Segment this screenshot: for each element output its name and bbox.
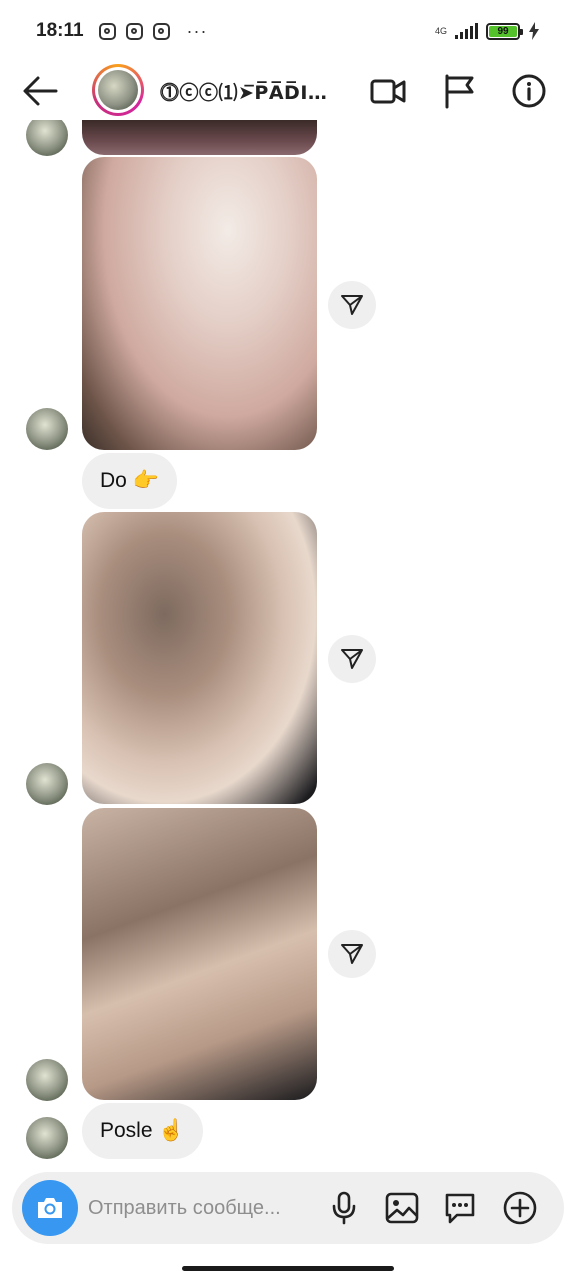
sender-avatar[interactable]: [26, 763, 68, 805]
message-thread[interactable]: Do 👉 Posle ☝️: [0, 120, 576, 1170]
video-camera-icon: [370, 79, 406, 104]
sender-avatar[interactable]: [26, 1059, 68, 1101]
report-button[interactable]: [440, 72, 480, 110]
contact-name[interactable]: ⓵ⓒⓒ⑴➤̅P̅A̅D̅I…: [160, 78, 330, 105]
send-icon: [341, 295, 363, 315]
photo-message[interactable]: [82, 120, 317, 155]
contact-avatar[interactable]: [92, 64, 144, 116]
camera-button[interactable]: [22, 1180, 78, 1236]
share-button[interactable]: [328, 635, 376, 683]
message-input[interactable]: [88, 1190, 322, 1226]
voice-message-button[interactable]: [324, 1188, 364, 1228]
more-button[interactable]: [500, 1188, 540, 1228]
plus-circle-icon: [503, 1191, 537, 1225]
share-button[interactable]: [328, 281, 376, 329]
sender-avatar[interactable]: [26, 408, 68, 450]
flag-icon: [445, 74, 474, 109]
photo-message[interactable]: [82, 808, 317, 1100]
photo-message[interactable]: [82, 512, 317, 804]
status-time: 18:11: [36, 20, 84, 41]
battery-icon: 99: [486, 22, 523, 40]
arrow-left-icon: [23, 76, 58, 106]
sender-avatar[interactable]: [26, 1117, 68, 1159]
status-bar: 18:11 ··· 4G 99: [0, 0, 576, 62]
instagram-notification-icon: [98, 22, 116, 40]
camera-icon: [38, 1198, 62, 1218]
more-notifications-icon: ···: [186, 20, 208, 41]
back-button[interactable]: [20, 72, 60, 110]
message-bubble[interactable]: Posle ☝️: [82, 1103, 203, 1159]
photo-message[interactable]: [82, 157, 317, 450]
microphone-icon: [332, 1191, 356, 1225]
sticker-button[interactable]: [440, 1188, 480, 1228]
sender-avatar[interactable]: [26, 120, 68, 156]
status-right: 4G 99: [435, 22, 540, 40]
network-type: 4G: [434, 25, 447, 36]
signal-icon: [455, 23, 478, 39]
info-button[interactable]: [510, 72, 550, 110]
battery-level: 99: [489, 25, 517, 37]
send-icon: [341, 944, 363, 964]
bolt-icon: [529, 22, 539, 40]
gallery-button[interactable]: [382, 1188, 422, 1228]
home-indicator[interactable]: [182, 1266, 394, 1271]
info-icon: [512, 74, 546, 108]
send-icon: [341, 649, 363, 669]
chat-header: ⓵ⓒⓒ⑴➤̅P̅A̅D̅I…: [0, 62, 576, 120]
share-button[interactable]: [328, 930, 376, 978]
chat-bubble-icon: [445, 1193, 475, 1224]
image-icon: [385, 1192, 419, 1224]
instagram-notification-icon: [152, 22, 170, 40]
video-call-button[interactable]: [368, 72, 408, 110]
message-bubble[interactable]: Do 👉: [82, 453, 177, 509]
instagram-notification-icon: [125, 22, 143, 40]
message-composer: [12, 1172, 564, 1244]
